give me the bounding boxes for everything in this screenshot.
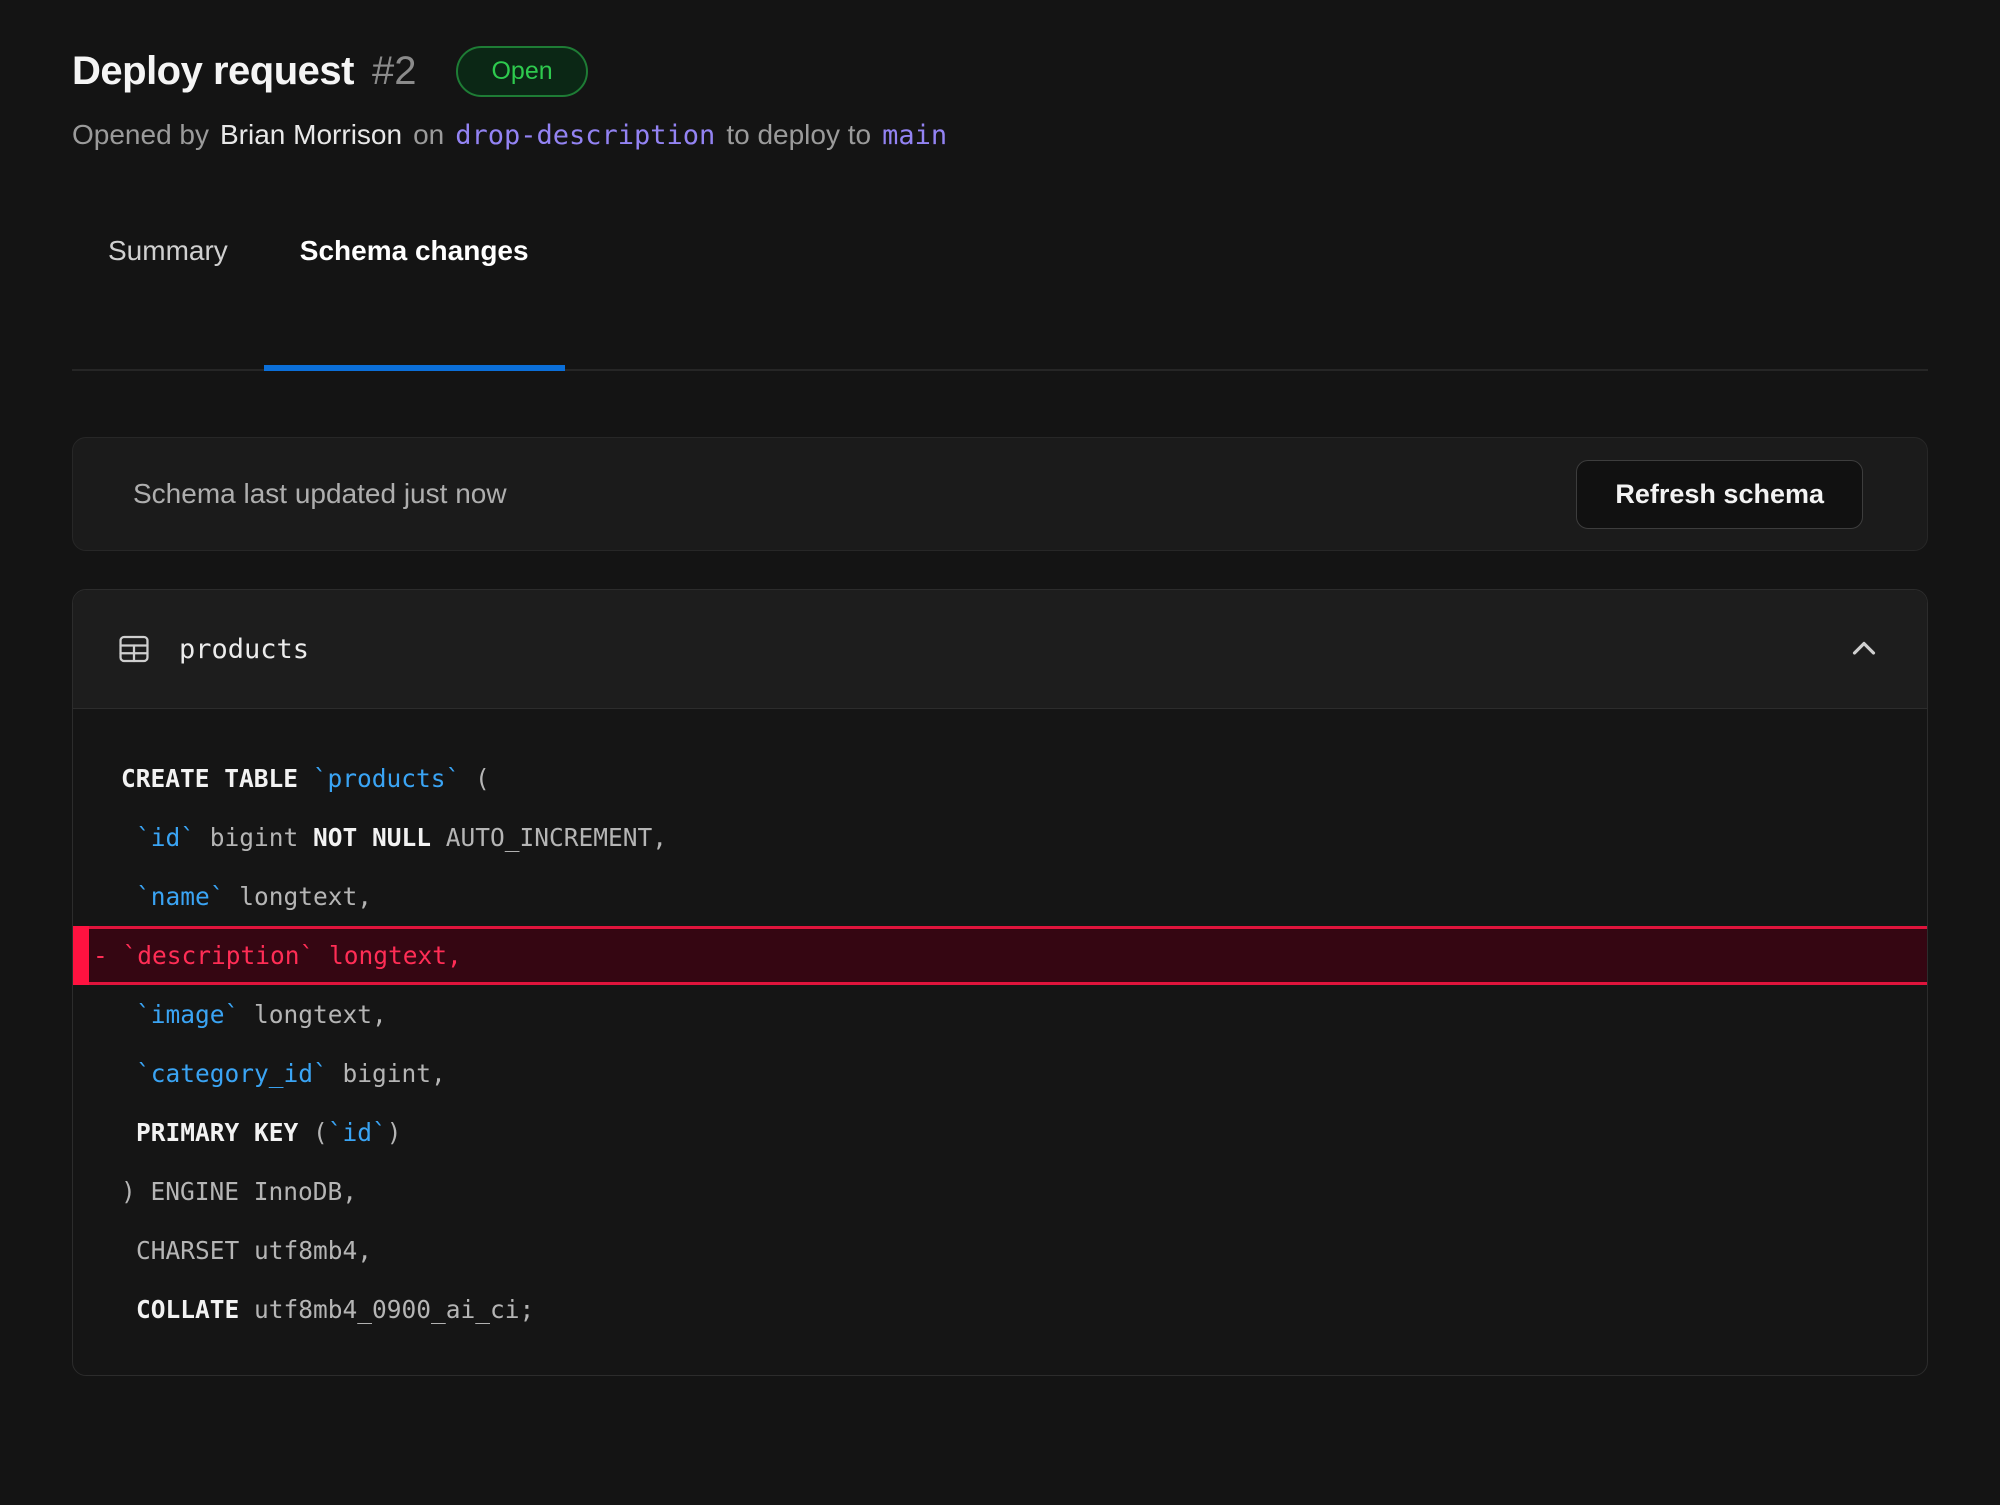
sql-line: `id` bigint NOT NULL AUTO_INCREMENT, <box>73 808 1927 867</box>
sql-line: CREATE TABLE `products` ( <box>73 749 1927 808</box>
byline-to-deploy-to: to deploy to <box>726 119 871 151</box>
page-title: Deploy request <box>72 49 354 94</box>
deploy-request-number: #2 <box>372 49 417 94</box>
sql-line: `name` longtext, <box>73 867 1927 926</box>
sql-line: ) ENGINE InnoDB, <box>73 1162 1927 1221</box>
byline-opened-by: Opened by <box>72 119 209 151</box>
status-badge: Open <box>456 46 587 97</box>
tab-summary[interactable]: Summary <box>72 235 264 369</box>
sql-line: COLLATE utf8mb4_0900_ai_ci; <box>73 1280 1927 1339</box>
target-branch-link[interactable]: main <box>882 120 947 151</box>
tab-schema-changes[interactable]: Schema changes <box>264 235 565 369</box>
tab-bar: Summary Schema changes <box>72 235 1928 371</box>
table-panel: products CREATE TABLE `products` (`id` b… <box>72 589 1928 1376</box>
sql-line: PRIMARY KEY (`id`) <box>73 1103 1927 1162</box>
author-name: Brian Morrison <box>220 119 402 151</box>
byline: Opened by Brian Morrison on drop-descrip… <box>72 119 1928 151</box>
table-name: products <box>179 634 309 665</box>
table-icon <box>117 632 151 666</box>
schema-status-bar: Schema last updated just now Refresh sch… <box>72 437 1928 551</box>
sql-line-removed: - `description` longtext, <box>73 926 1927 985</box>
byline-on: on <box>413 119 444 151</box>
table-panel-header[interactable]: products <box>73 590 1927 709</box>
schema-status-text: Schema last updated just now <box>133 478 507 510</box>
deploy-request-page: Deploy request #2 Open Opened by Brian M… <box>0 0 2000 1376</box>
sql-code: CREATE TABLE `products` (`id` bigint NOT… <box>73 709 1927 1375</box>
tab-summary-label: Summary <box>108 235 228 266</box>
sql-line: `category_id` bigint, <box>73 1044 1927 1103</box>
sql-line: CHARSET utf8mb4, <box>73 1221 1927 1280</box>
refresh-schema-button[interactable]: Refresh schema <box>1576 460 1863 529</box>
removed-line-marker <box>73 926 89 985</box>
title-row: Deploy request #2 Open <box>72 0 1928 97</box>
source-branch-link[interactable]: drop-description <box>455 120 715 151</box>
sql-line: `image` longtext, <box>73 985 1927 1044</box>
tab-schema-changes-label: Schema changes <box>300 235 529 266</box>
chevron-up-icon[interactable] <box>1845 630 1883 668</box>
